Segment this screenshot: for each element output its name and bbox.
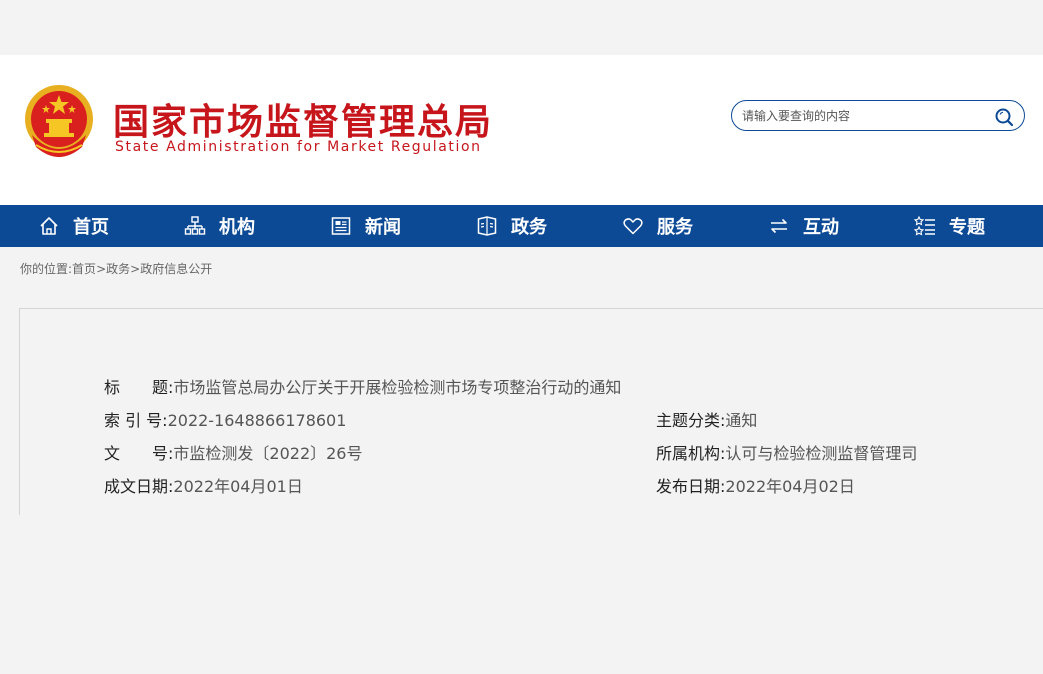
doc-published-date-label: 发布日期: <box>656 477 726 496</box>
government-affairs-icon <box>477 216 497 236</box>
doc-number-value: 市监检测发〔2022〕26号 <box>173 444 363 463</box>
site-title[interactable]: 国家市场监督管理总局 <box>113 93 493 145</box>
nav-item-interaction[interactable]: 互动 <box>768 205 839 247</box>
doc-published-date-value: 2022年04月02日 <box>725 477 855 496</box>
doc-index-label: 索 引 号: <box>104 411 168 430</box>
search-input[interactable] <box>742 106 982 126</box>
breadcrumb-separator: > <box>96 262 107 276</box>
breadcrumb-prefix: 你的位置: <box>20 262 73 276</box>
breadcrumb-separator: > <box>130 262 141 276</box>
nav-label: 专题 <box>949 217 985 238</box>
topic-list-icon <box>914 215 935 236</box>
doc-number-label: 文 号: <box>104 444 174 463</box>
national-emblem-icon[interactable] <box>22 83 96 161</box>
nav-item-gov-affairs[interactable]: 政务 <box>476 205 547 247</box>
breadcrumb-info-disclosure[interactable]: 政府信息公开 <box>140 262 212 276</box>
nav-label: 新闻 <box>365 217 401 238</box>
doc-title-label: 标 题: <box>104 378 174 397</box>
nav-item-topics[interactable]: 专题 <box>914 205 985 247</box>
nav-item-home[interactable]: 首页 <box>38 205 109 247</box>
doc-org-row: 所属机构:认可与检验检测监督管理司 <box>656 440 917 464</box>
exchange-icon <box>771 218 787 234</box>
nav-label: 首页 <box>73 217 109 238</box>
doc-published-date-row: 发布日期:2022年04月02日 <box>656 473 855 497</box>
doc-category-value: 通知 <box>725 411 758 430</box>
doc-title-row: 标 题:市场监管总局办公厅关于开展检验检测市场专项整治行动的通知 <box>104 374 621 398</box>
doc-written-date-value: 2022年04月01日 <box>173 477 303 496</box>
nav-label: 机构 <box>219 217 255 238</box>
doc-index-row: 索 引 号:2022-1648866178601 <box>104 407 346 431</box>
heart-icon <box>623 218 643 235</box>
document-info-panel: 标 题:市场监管总局办公厅关于开展检验检测市场专项整治行动的通知 索 引 号:2… <box>19 308 1043 518</box>
nav-item-org[interactable]: 机构 <box>184 205 255 247</box>
search-box <box>731 100 1025 131</box>
doc-category-label: 主题分类: <box>656 411 726 430</box>
main-nav: 首页 机构 新闻 政务 服务 互动 专题 <box>0 205 1043 247</box>
breadcrumb-home[interactable]: 首页 <box>72 262 96 276</box>
breadcrumb: 你的位置:首页>政务>政府信息公开 <box>20 260 212 277</box>
org-chart-icon <box>184 216 206 235</box>
doc-category-row: 主题分类:通知 <box>656 407 757 431</box>
doc-org-value: 认可与检验检测监督管理司 <box>725 444 918 463</box>
home-icon <box>40 217 58 235</box>
nav-label: 政务 <box>511 217 547 238</box>
breadcrumb-gov-affairs[interactable]: 政务 <box>106 262 130 276</box>
doc-org-label: 所属机构: <box>656 444 726 463</box>
doc-title-value: 市场监管总局办公厅关于开展检验检测市场专项整治行动的通知 <box>173 378 622 397</box>
site-subtitle: State Administration for Market Regulati… <box>115 139 482 155</box>
news-icon <box>331 217 351 235</box>
nav-item-news[interactable]: 新闻 <box>330 205 401 247</box>
nav-item-services[interactable]: 服务 <box>622 205 693 247</box>
site-header: 国家市场监督管理总局 State Administration for Mark… <box>0 55 1043 205</box>
nav-label: 服务 <box>657 217 693 238</box>
nav-label: 互动 <box>803 217 839 238</box>
doc-number-row: 文 号:市监检测发〔2022〕26号 <box>104 440 363 464</box>
page-bottom-area <box>0 515 1043 674</box>
doc-written-date-label: 成文日期: <box>104 477 174 496</box>
doc-written-date-row: 成文日期:2022年04月01日 <box>104 473 303 497</box>
doc-index-value: 2022-1648866178601 <box>167 411 347 430</box>
search-icon[interactable] <box>994 107 1014 127</box>
